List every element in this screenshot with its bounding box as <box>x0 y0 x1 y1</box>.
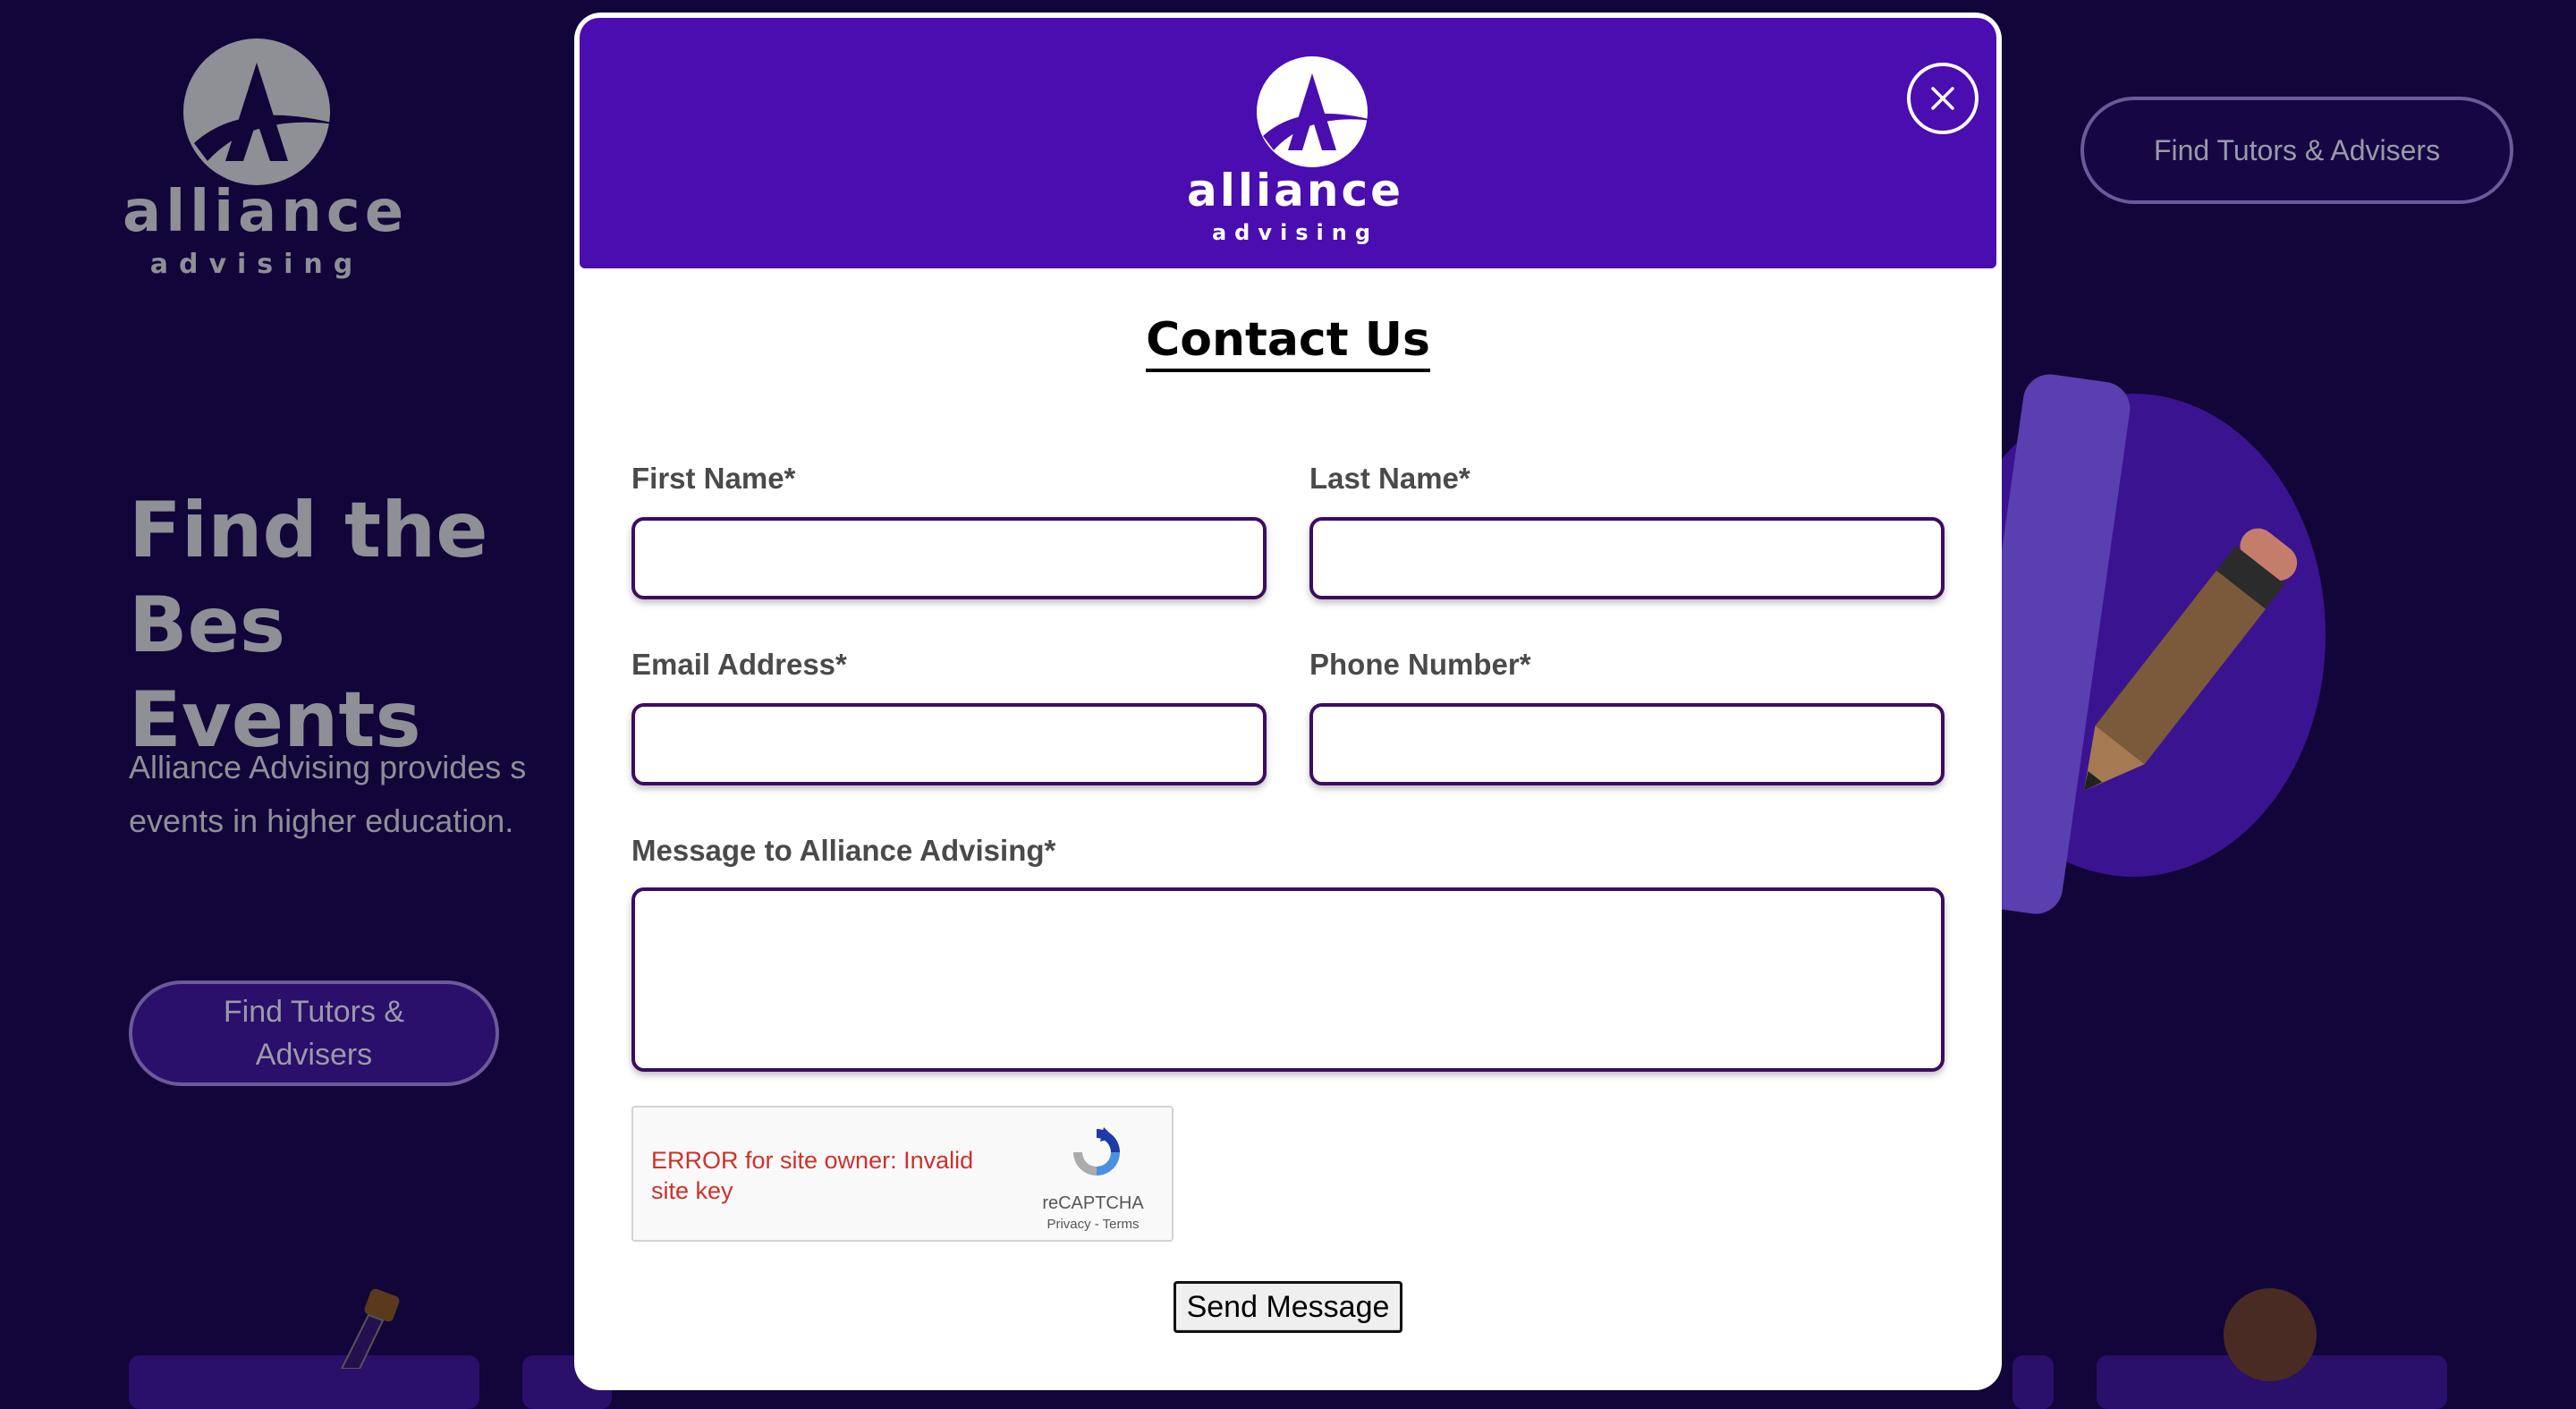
recaptcha-error: ERROR for site owner: Invalid site key <box>651 1147 974 1204</box>
message-textarea[interactable] <box>631 887 1945 1072</box>
last-name-label: Last Name* <box>1309 462 1470 495</box>
close-modal-button[interactable] <box>1907 63 1979 134</box>
logo-subtitle: advising <box>149 249 364 280</box>
hero-find-tutors-button[interactable]: Find Tutors & Advisers <box>129 980 499 1086</box>
recaptcha-links[interactable]: Privacy - Terms <box>1021 1217 1165 1232</box>
logo-wordmark: alliance <box>123 179 409 245</box>
hero-title: Find the Bes Events <box>129 486 488 765</box>
hero-button-label: Find Tutors & Advisers <box>223 995 405 1072</box>
pencil-illustration <box>2084 528 2298 791</box>
ball-illustration <box>2224 1288 2317 1381</box>
recaptcha-icon <box>1073 1127 1120 1176</box>
email-label: Email Address* <box>631 648 847 681</box>
bottle-illustration <box>340 1288 400 1369</box>
close-icon <box>1931 87 1954 110</box>
first-name-input[interactable] <box>631 517 1267 599</box>
contact-title-text: Contact Us <box>1146 313 1430 372</box>
nav-find-tutors-button[interactable]: Find Tutors & Advisers <box>2080 97 2513 204</box>
send-message-button[interactable]: Send Message <box>1174 1281 1402 1333</box>
contact-title: Contact Us <box>574 313 2002 372</box>
site-logo[interactable]: alliance advising <box>123 36 409 280</box>
phone-input[interactable] <box>1309 703 1945 785</box>
modal-logo-subtitle: advising <box>1211 220 1379 245</box>
feature-card <box>129 1355 479 1409</box>
email-input[interactable] <box>631 703 1267 785</box>
phone-label: Phone Number* <box>1309 648 1531 681</box>
message-label: Message to Alliance Advising* <box>631 834 1056 867</box>
first-name-label: First Name* <box>631 462 796 495</box>
last-name-input[interactable] <box>1309 517 1945 599</box>
recaptcha-name: reCAPTCHA <box>1042 1193 1144 1213</box>
feature-card <box>2012 1355 2054 1409</box>
logo-emblem-icon <box>1257 56 1379 167</box>
hero-description: Alliance Advising provides s events in h… <box>129 749 527 839</box>
contact-modal: alliance advising Contact Us First Name*… <box>574 13 2002 1390</box>
recaptcha-widget[interactable]: ERROR for site owner: Invalid site key r… <box>631 1106 1174 1242</box>
modal-header: alliance advising <box>580 18 1996 268</box>
logo-emblem-icon <box>183 38 342 185</box>
modal-logo-wordmark: alliance <box>1186 165 1404 216</box>
